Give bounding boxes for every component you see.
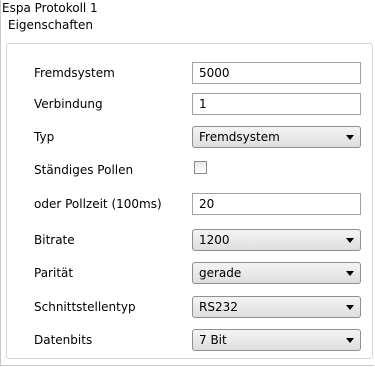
- paritaet-value: gerade: [199, 266, 242, 280]
- chevron-down-icon: [346, 338, 354, 343]
- bitrate-label: Bitrate: [34, 233, 75, 247]
- datenbits-value: 7 Bit: [199, 333, 227, 347]
- typ-label: Typ: [34, 130, 55, 144]
- pollzeit-input[interactable]: 20: [192, 193, 361, 215]
- fremdsystem-label: Fremdsystem: [34, 66, 115, 80]
- pollzeit-value: 20: [199, 197, 215, 211]
- bitrate-select[interactable]: 1200: [192, 229, 361, 251]
- chevron-down-icon: [346, 135, 354, 140]
- verbindung-label: Verbindung: [34, 97, 103, 111]
- panel-title: Espa Protokoll 1: [2, 1, 98, 15]
- schnittstelle-value: RS232: [199, 300, 238, 314]
- typ-select[interactable]: Fremdsystem: [192, 126, 361, 148]
- datenbits-select[interactable]: 7 Bit: [192, 329, 361, 351]
- bitrate-value: 1200: [199, 233, 230, 247]
- paritaet-select[interactable]: gerade: [192, 262, 361, 284]
- chevron-down-icon: [346, 305, 354, 310]
- schnittstelle-label: Schnittstellentyp: [34, 300, 136, 314]
- verbindung-input[interactable]: 1: [192, 93, 361, 115]
- chevron-down-icon: [346, 238, 354, 243]
- pollen-label: Ständiges Pollen: [34, 163, 134, 177]
- pollzeit-label: oder Pollzeit (100ms): [34, 197, 162, 211]
- verbindung-value: 1: [199, 97, 207, 111]
- typ-value: Fremdsystem: [199, 130, 280, 144]
- chevron-down-icon: [346, 271, 354, 276]
- pollen-checkbox[interactable]: [194, 161, 207, 174]
- fremdsystem-value: 5000: [199, 66, 230, 80]
- datenbits-label: Datenbits: [34, 333, 93, 347]
- paritaet-label: Parität: [34, 266, 74, 280]
- schnittstelle-select[interactable]: RS232: [192, 296, 361, 318]
- group-legend: Eigenschaften: [6, 18, 96, 32]
- fremdsystem-input[interactable]: 5000: [192, 62, 361, 84]
